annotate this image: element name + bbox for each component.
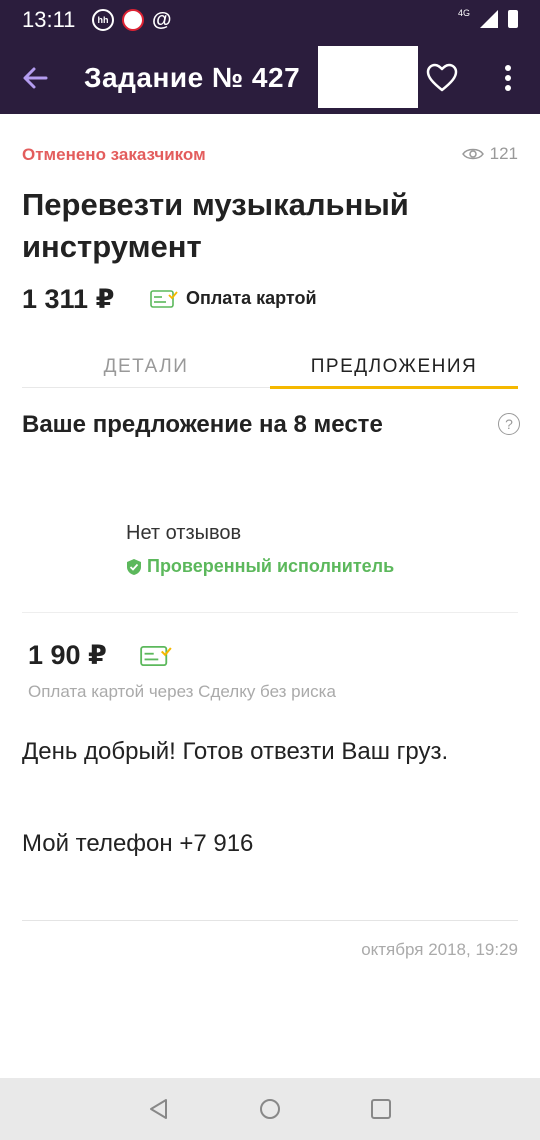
offer-timestamp: октября 2018, 19:29 <box>361 940 518 959</box>
shield-check-icon <box>127 558 141 575</box>
redacted-area <box>318 46 418 108</box>
tab-bar: ДЕТАЛИ ПРЕДЛОЖЕНИЯ <box>22 350 518 389</box>
task-price: 1 311 ₽ <box>22 284 115 314</box>
network-type: 4G <box>457 8 470 18</box>
back-arrow-icon[interactable] <box>16 58 56 98</box>
offer-payment-note: Оплата картой через Сделку без риска <box>28 682 336 701</box>
task-title: Перевезти музыкальный инструмент <box>22 187 409 264</box>
battery-icon <box>508 10 518 28</box>
views-count: 121 <box>489 144 518 163</box>
status-time: 13:11 <box>22 7 76 32</box>
verified-label: Проверенный исполнитель <box>147 556 395 576</box>
offer-rank-title: Ваше предложение на 8 месте <box>22 411 383 438</box>
signal-4g-icon <box>480 10 498 28</box>
offer-price: 1 90 ₽ <box>28 640 107 670</box>
reviews-count: Нет отзывов <box>126 522 242 544</box>
offer-message: День добрый! Готов отвезти Ваш груз. <box>22 738 449 765</box>
payment-label: Оплата картой <box>186 288 317 308</box>
status-icons-right: 4G <box>457 8 518 28</box>
more-vert-icon[interactable] <box>496 60 520 96</box>
nav-home-icon[interactable] <box>257 1096 283 1122</box>
status-badge: Отменено заказчиком <box>22 145 206 164</box>
offer-phone: Мой телефон +7 916 <box>22 830 254 857</box>
card-payment-icon <box>150 289 178 308</box>
status-bar: 13:11 hh @ 4G <box>0 0 540 40</box>
status-icons-left: hh @ <box>92 9 172 31</box>
payment-method: Оплата картой <box>150 288 317 309</box>
page-title: Задание № 427 <box>84 62 301 93</box>
at-icon: @ <box>152 9 172 31</box>
heart-icon[interactable] <box>424 60 460 96</box>
divider <box>22 612 518 613</box>
hh-icon: hh <box>92 9 114 31</box>
nav-back-icon[interactable] <box>146 1096 172 1122</box>
tab-offers[interactable]: ПРЕДЛОЖЕНИЯ <box>270 356 518 378</box>
system-nav-bar <box>0 1078 540 1140</box>
nav-recents-icon[interactable] <box>368 1096 394 1122</box>
divider <box>22 920 518 921</box>
notification-app-icon <box>122 9 144 31</box>
verified-badge: Проверенный исполнитель <box>126 556 394 577</box>
app-bar: Задание № 427 <box>0 40 540 114</box>
eye-icon <box>461 148 484 160</box>
views-counter: 121 <box>461 144 518 164</box>
active-tab-indicator <box>270 386 518 389</box>
help-icon[interactable]: ? <box>498 413 520 435</box>
tab-details[interactable]: ДЕТАЛИ <box>22 356 270 378</box>
card-payment-icon <box>140 645 172 667</box>
